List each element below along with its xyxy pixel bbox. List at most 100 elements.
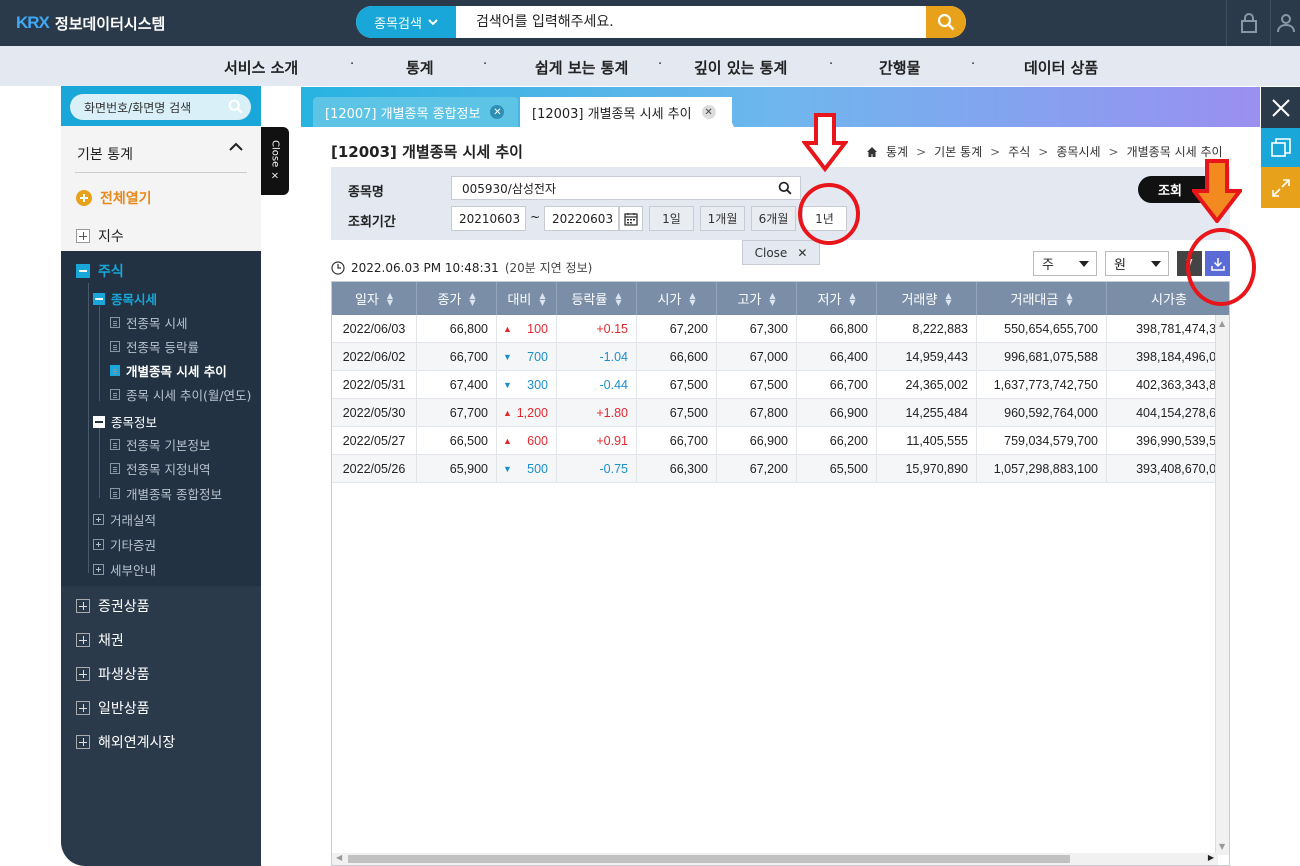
table-cell-value: 404,154,278,63 xyxy=(1136,406,1223,420)
user-button[interactable] xyxy=(1270,0,1300,46)
sidebar-item-basic-info[interactable]: 전종목 기본정보 xyxy=(110,435,210,454)
nav-item-publications[interactable]: 간행물 xyxy=(879,57,920,78)
table-cell-high: 67,200 xyxy=(717,455,797,483)
chevron-down-icon xyxy=(428,18,438,25)
calendar-button[interactable] xyxy=(619,206,643,231)
copy-window-button[interactable] xyxy=(1261,128,1300,167)
scroll-left-icon[interactable]: ◀ xyxy=(336,853,342,862)
table-cell-value: 66,400 xyxy=(829,350,868,364)
stock-name-input[interactable]: 005930/삼성전자 xyxy=(451,176,801,200)
table-cell-value: 600 xyxy=(527,434,548,448)
breadcrumb-item[interactable]: 개별종목 시세 추이 xyxy=(1127,143,1223,160)
table-row[interactable]: 2022/06/02 66,700 ▼ 700 -1.04 66,600 67,000 66,… xyxy=(332,343,1229,371)
nav-item-service[interactable]: 서비스 소개 xyxy=(224,57,298,78)
sidebar-group-details[interactable]: 세부안내 xyxy=(93,560,156,579)
currency-select[interactable]: 원 xyxy=(1105,251,1169,276)
tab-12007[interactable]: [12007] 개별종목 종합정보 ✕ xyxy=(313,97,518,127)
sidebar-category-overseas[interactable]: 해외연계시장 xyxy=(76,732,175,752)
global-search: 종목검색 xyxy=(356,6,966,38)
tab-12003[interactable]: [12003] 개별종목 시세 추이 ✕ xyxy=(520,97,732,127)
sidebar-item-stock[interactable]: 주식 xyxy=(76,261,124,281)
sidebar-group-stock-price[interactable]: 종목시세 xyxy=(93,289,157,308)
close-icon[interactable]: ✕ xyxy=(701,105,716,119)
breadcrumb-item[interactable]: 기본 통계 xyxy=(934,143,982,160)
table-cell-value: 67,500 xyxy=(749,378,788,392)
search-icon[interactable] xyxy=(778,181,792,195)
annotation-circle xyxy=(798,183,860,245)
home-icon[interactable] xyxy=(866,146,878,158)
nav-item-easy-stats[interactable]: 쉽게 보는 통계 xyxy=(535,57,628,78)
sidebar-item-monthly-trend[interactable]: 종목 시세 추이(월/연도) xyxy=(110,385,251,404)
nav-item-deep-stats[interactable]: 깊이 있는 통계 xyxy=(694,57,787,78)
logo[interactable]: KRX 정보데이터시스템 xyxy=(16,10,165,36)
scroll-up-icon[interactable]: ▲ xyxy=(1219,319,1225,328)
sidebar-search-input[interactable]: 화면번호/화면명 검색 xyxy=(70,94,251,120)
close-icon[interactable]: ✕ xyxy=(490,105,505,119)
column-header[interactable]: 거래대금 ▲ ▼ xyxy=(977,282,1107,315)
breadcrumb-item[interactable]: 종목시세 xyxy=(1056,143,1100,160)
end-date-input[interactable]: 20220603 xyxy=(544,206,619,231)
column-header[interactable]: 시가 ▲ ▼ xyxy=(637,282,717,315)
horizontal-scrollbar[interactable]: ◀ ▶ xyxy=(332,853,1218,865)
table-row[interactable]: 2022/05/26 65,900 ▼ 500 -0.75 66,300 67,200 65,… xyxy=(332,455,1229,483)
breadcrumb-item[interactable]: 주식 xyxy=(1008,143,1030,160)
column-header[interactable]: 일자 ▲ ▼ xyxy=(332,282,417,315)
column-header[interactable]: 등락률 ▲ ▼ xyxy=(557,282,637,315)
nav-item-stats[interactable]: 통계 xyxy=(406,57,434,78)
expand-all-button[interactable]: 전체열기 xyxy=(76,188,152,208)
table-cell-change: ▼ 300 xyxy=(497,371,557,399)
sidebar-item-all-rates[interactable]: 전종목 등락률 xyxy=(110,337,199,356)
table-cell-change: ▲ 100 xyxy=(497,315,557,343)
sidebar-category-securities-products[interactable]: 증권상품 xyxy=(76,596,150,616)
search-input[interactable] xyxy=(456,6,926,38)
close-filter-button[interactable]: Close ✕ xyxy=(742,240,820,265)
scroll-down-icon[interactable]: ▼ xyxy=(1219,842,1225,851)
start-date-input[interactable]: 20210603 xyxy=(451,206,526,231)
sidebar-category-general[interactable]: 일반상품 xyxy=(76,698,150,718)
breadcrumb-item[interactable]: 통계 xyxy=(886,143,908,160)
period-unit-select[interactable]: 주 xyxy=(1033,251,1097,276)
plus-icon xyxy=(76,229,90,243)
close-all-button[interactable] xyxy=(1261,87,1300,128)
sidebar-item-index[interactable]: 지수 xyxy=(76,226,124,246)
period-1month-button[interactable]: 1개월 xyxy=(700,206,745,231)
sidebar-category-label: 일반상품 xyxy=(98,701,150,717)
table-cell-value: 66,800 xyxy=(449,322,488,336)
vertical-scrollbar[interactable]: ▲ ▼ xyxy=(1215,315,1229,855)
sidebar-item-all-prices[interactable]: 전종목 시세 xyxy=(110,313,187,332)
sidebar-section-header[interactable]: 기본 통계 xyxy=(61,126,261,176)
period-unit-value: 주 xyxy=(1042,258,1054,273)
column-header[interactable]: 대비 ▲ ▼ xyxy=(497,282,557,315)
column-header[interactable]: 거래량 ▲ ▼ xyxy=(877,282,977,315)
table-cell-date: 2022/05/26 xyxy=(332,455,417,483)
scroll-right-icon[interactable]: ▶ xyxy=(1208,853,1214,862)
login-button[interactable] xyxy=(1226,0,1270,46)
column-header[interactable]: 고가 ▲ ▼ xyxy=(717,282,797,315)
copy-icon xyxy=(1270,137,1291,157)
table-row[interactable]: 2022/05/27 66,500 ▲ 600 +0.91 66,700 66,900 66,… xyxy=(332,427,1229,455)
sidebar-item-individual-trend[interactable]: 개별종목 시세 추이 xyxy=(110,361,227,380)
period-1day-button[interactable]: 1일 xyxy=(649,206,694,231)
column-header[interactable]: 종가 ▲ ▼ xyxy=(417,282,497,315)
column-header[interactable]: 저가 ▲ ▼ xyxy=(797,282,877,315)
table-row[interactable]: 2022/05/31 67,400 ▼ 300 -0.44 67,500 67,500 66,… xyxy=(332,371,1229,399)
sidebar-group-stock-info[interactable]: 종목정보 xyxy=(93,412,157,431)
sidebar-item-designation[interactable]: 전종목 지정내역 xyxy=(110,459,210,478)
scrollbar-thumb[interactable] xyxy=(348,855,1070,863)
search-icon xyxy=(228,99,243,114)
sidebar-group-other-securities[interactable]: 기타증권 xyxy=(93,535,156,554)
table-row[interactable]: 2022/05/30 67,700 ▲ 1,200 +1.80 67,500 67,800 6… xyxy=(332,399,1229,427)
period-6month-button[interactable]: 6개월 xyxy=(751,206,796,231)
sidebar-item-summary-info[interactable]: 개별종목 종합정보 xyxy=(110,484,222,503)
sidebar-category-derivatives[interactable]: 파생상품 xyxy=(76,664,150,684)
sidebar-group-trading[interactable]: 거래실적 xyxy=(93,510,156,529)
table-row[interactable]: 2022/06/03 66,800 ▲ 100 +0.15 67,200 67,300 66,… xyxy=(332,315,1229,343)
table-cell-value: 67,800 xyxy=(749,406,788,420)
nav-item-data-products[interactable]: 데이터 상품 xyxy=(1024,57,1098,78)
table-cell-value: +0.91 xyxy=(596,434,628,448)
sidebar-category-bonds[interactable]: 채권 xyxy=(76,630,124,650)
sidebar-close-tab[interactable]: Close × xyxy=(261,127,289,195)
expand-button[interactable] xyxy=(1261,167,1300,208)
search-button[interactable] xyxy=(926,6,966,38)
search-category-dropdown[interactable]: 종목검색 xyxy=(356,6,456,38)
